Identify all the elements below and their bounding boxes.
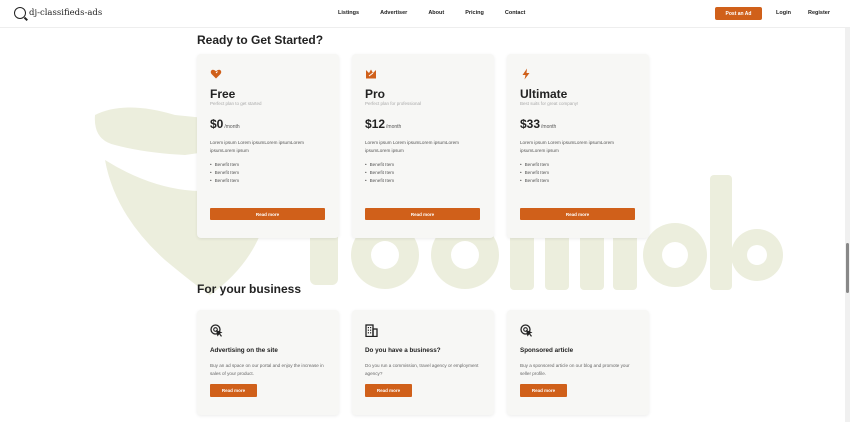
- building-icon: [365, 324, 378, 337]
- nav-pricing[interactable]: Pricing: [465, 10, 484, 16]
- plan-price: $33/month: [520, 117, 556, 131]
- read-more-button[interactable]: Read more: [520, 208, 635, 220]
- benefit-item: Benefit Item: [365, 161, 395, 169]
- lightning-icon: [522, 68, 530, 80]
- business-card-sponsored: Sponsored article Buy a sponsored articl…: [507, 310, 649, 415]
- pricing-card-free: Free Perfect plan to get started $0/mont…: [197, 54, 339, 238]
- read-more-button[interactable]: Read more: [210, 208, 325, 220]
- business-card-description: Buy an ad space on our portal and enjoy …: [210, 363, 324, 376]
- price-amount: $0: [210, 117, 224, 131]
- plan-description: Lorem ipsum Lorem ipsumLorem ipsumLorem …: [365, 140, 459, 153]
- nav-contact[interactable]: Contact: [505, 10, 525, 16]
- plan-title: Free: [210, 87, 236, 101]
- plan-description: Lorem ipsum Lorem ipsumLorem ipsumLorem …: [210, 140, 304, 153]
- read-more-button[interactable]: Read more: [520, 384, 567, 397]
- cursor-click-icon: [520, 324, 533, 337]
- business-card-business: Do you have a business? Do you run a com…: [352, 310, 494, 415]
- business-card-title: Do you have a business?: [365, 347, 441, 354]
- benefit-list: Benefit Item Benefit Item Benefit Item: [520, 161, 550, 185]
- business-card-description: Do you run a commission, travel agency o…: [365, 363, 479, 376]
- price-amount: $33: [520, 117, 541, 131]
- post-ad-button[interactable]: Post an Ad: [715, 7, 762, 20]
- read-more-button[interactable]: Read more: [210, 384, 257, 397]
- site-logo[interactable]: dj-classifieds-ads: [14, 7, 102, 19]
- pricing-section-title: Ready to Get Started?: [197, 33, 324, 47]
- login-link[interactable]: Login: [776, 10, 791, 16]
- plan-subtitle: Best suits for great company!: [520, 101, 579, 106]
- heart-icon: [210, 69, 222, 79]
- benefit-list: Benefit Item Benefit Item Benefit Item: [210, 161, 240, 185]
- main-nav: Listings Advertiser About Pricing Contac…: [338, 10, 546, 16]
- nav-advertiser[interactable]: Advertiser: [380, 10, 407, 16]
- benefit-item: Benefit Item: [365, 169, 395, 177]
- plan-price: $12/month: [365, 117, 401, 131]
- business-card-title: Advertising on the site: [210, 347, 278, 354]
- scrollbar-thumb[interactable]: [846, 243, 849, 293]
- plan-title: Ultimate: [520, 87, 568, 101]
- plan-price: $0/month: [210, 117, 240, 131]
- price-period: /month: [224, 124, 240, 130]
- business-section-title: For your business: [197, 282, 302, 296]
- benefit-item: Benefit Item: [210, 161, 240, 169]
- price-amount: $12: [365, 117, 386, 131]
- crown-icon: [366, 69, 376, 79]
- plan-subtitle: Perfect plan to get started: [210, 101, 262, 106]
- price-period: /month: [541, 124, 557, 130]
- plan-subtitle: Perfect plan for professional: [365, 101, 422, 106]
- read-more-button[interactable]: Read more: [365, 384, 412, 397]
- benefit-item: Benefit Item: [520, 169, 550, 177]
- plan-description: Lorem ipsum Lorem ipsumLorem ipsumLorem …: [520, 140, 614, 153]
- pricing-card-ultimate: Ultimate Best suits for great company! $…: [507, 54, 649, 238]
- business-card-advertising: Advertising on the site Buy an ad space …: [197, 310, 339, 415]
- pricing-card-pro: Pro Perfect plan for professional $12/mo…: [352, 54, 494, 238]
- benefit-item: Benefit Item: [210, 169, 240, 177]
- benefit-item: Benefit Item: [210, 177, 240, 185]
- cursor-click-icon: [210, 324, 223, 337]
- logo-text: dj-classifieds-ads: [29, 8, 103, 18]
- nav-about[interactable]: About: [428, 10, 444, 16]
- register-link[interactable]: Register: [808, 10, 830, 16]
- site-header: dj-classifieds-ads Listings Advertiser A…: [0, 0, 850, 28]
- price-period: /month: [386, 124, 402, 130]
- plan-title: Pro: [365, 87, 386, 101]
- read-more-button[interactable]: Read more: [365, 208, 480, 220]
- benefit-item: Benefit Item: [520, 161, 550, 169]
- benefit-list: Benefit Item Benefit Item Benefit Item: [365, 161, 395, 185]
- business-card-description: Buy a sponsored article on our blog and …: [520, 363, 630, 376]
- nav-listings[interactable]: Listings: [338, 10, 359, 16]
- benefit-item: Benefit Item: [520, 177, 550, 185]
- benefit-item: Benefit Item: [365, 177, 395, 185]
- business-card-title: Sponsored article: [520, 347, 574, 354]
- search-lens-logo-icon: [14, 7, 26, 19]
- page-scrollbar[interactable]: [845, 28, 850, 422]
